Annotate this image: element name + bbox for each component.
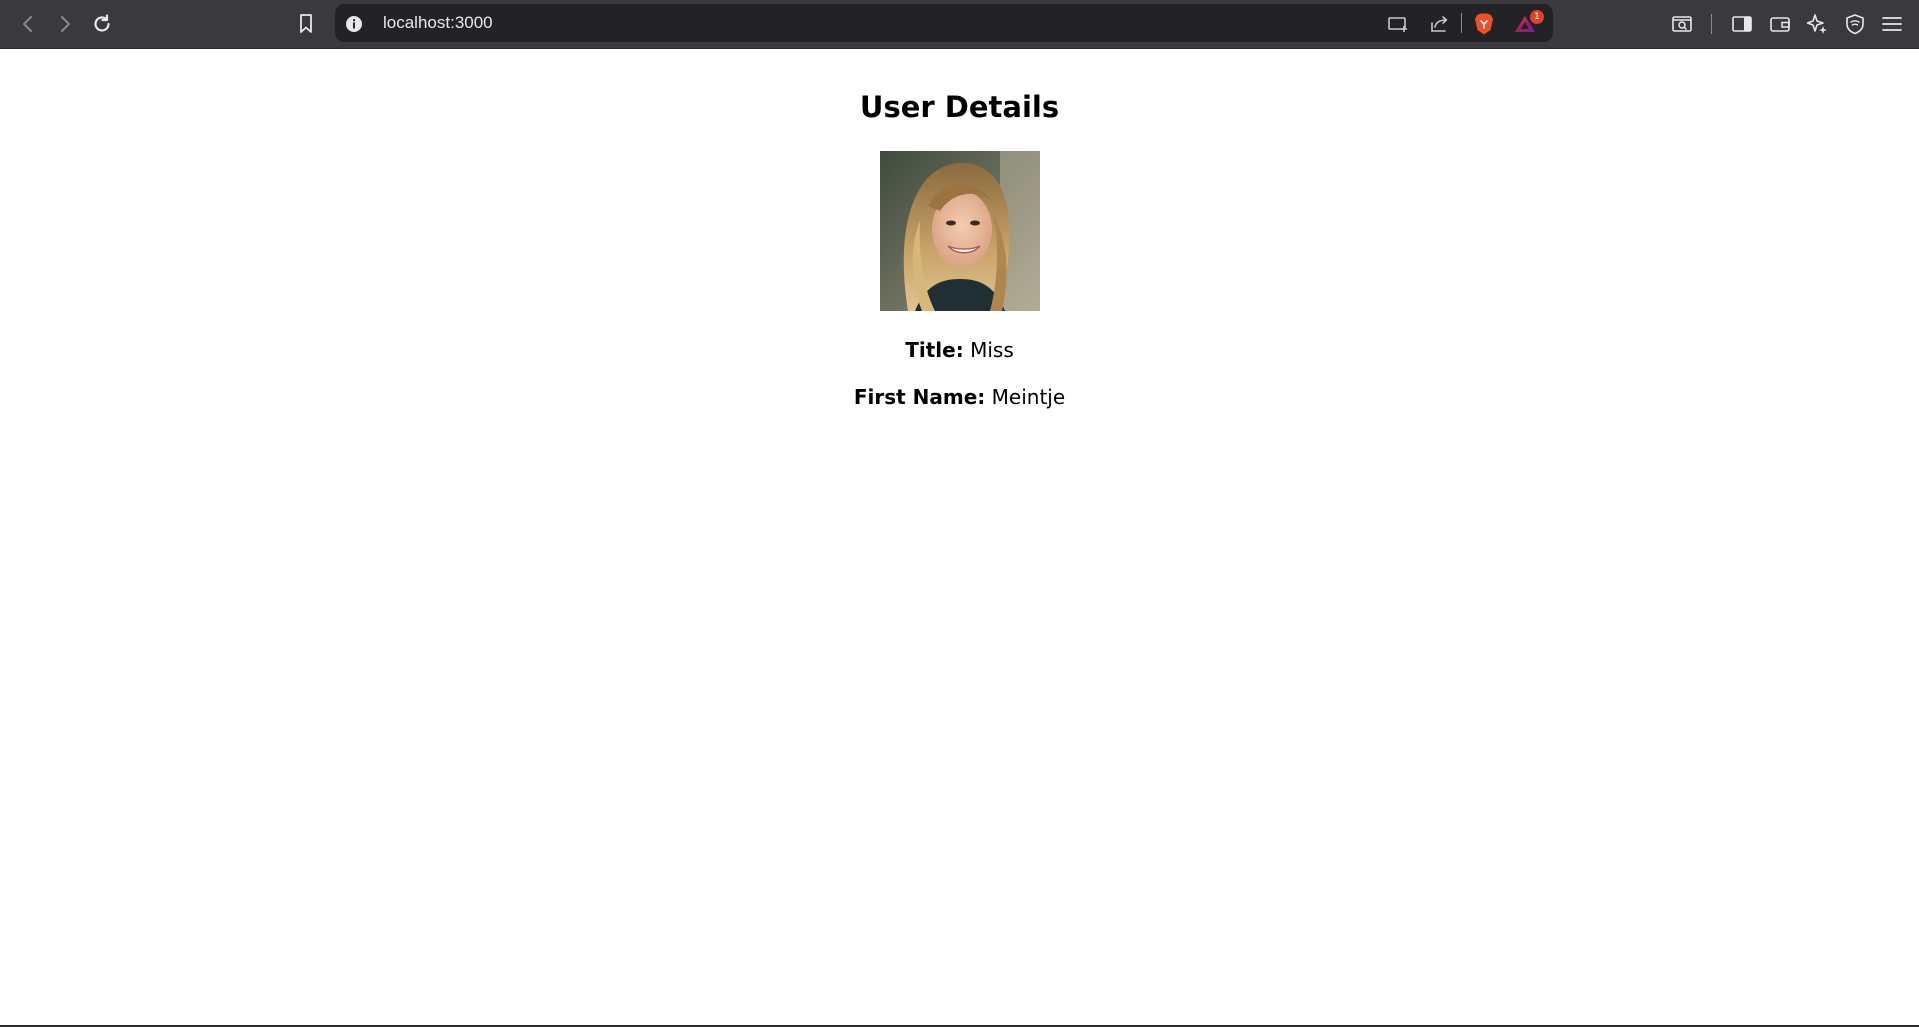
reader-mode-button[interactable] bbox=[1670, 12, 1694, 36]
address-bar[interactable]: localhost:3000 bbox=[335, 4, 1553, 42]
bookmark-icon bbox=[300, 14, 312, 33]
forward-button[interactable] bbox=[51, 10, 79, 38]
vpn-shield-icon bbox=[1846, 14, 1864, 35]
toolbar-divider bbox=[1711, 14, 1712, 34]
hamburger-menu-icon bbox=[1882, 17, 1902, 31]
sidebar-button[interactable] bbox=[1730, 12, 1754, 36]
share-icon bbox=[1431, 16, 1448, 32]
title-label: Title: bbox=[905, 338, 964, 362]
main-menu-button[interactable] bbox=[1880, 12, 1904, 36]
first-name-field: First Name: Meintje bbox=[0, 385, 1919, 409]
urlbar-divider bbox=[1461, 13, 1462, 33]
leo-ai-button[interactable] bbox=[1805, 12, 1829, 36]
chevron-left-icon bbox=[23, 16, 32, 32]
cast-button[interactable] bbox=[1387, 13, 1409, 35]
notification-badge: 1 bbox=[1530, 10, 1544, 24]
page-title: User Details bbox=[859, 90, 1060, 124]
first-name-label: First Name: bbox=[853, 385, 986, 409]
vpn-button[interactable] bbox=[1843, 12, 1867, 36]
first-name-value: Meintje bbox=[991, 385, 1066, 409]
title-field: Title: Miss bbox=[0, 338, 1919, 362]
user-avatar bbox=[880, 151, 1040, 311]
brave-lion-icon bbox=[1475, 13, 1493, 35]
chevron-right-icon bbox=[61, 16, 70, 32]
bookmark-button[interactable] bbox=[292, 10, 320, 38]
title-value: Miss bbox=[970, 338, 1014, 362]
avatar-image bbox=[880, 151, 1040, 311]
reload-button[interactable] bbox=[88, 10, 116, 38]
sidebar-icon bbox=[1732, 16, 1752, 32]
cast-icon bbox=[1388, 17, 1407, 32]
url-text[interactable]: localhost:3000 bbox=[383, 14, 493, 32]
reload-icon bbox=[94, 14, 110, 32]
back-button[interactable] bbox=[14, 10, 42, 38]
wallet-button[interactable] bbox=[1768, 12, 1792, 36]
wallet-icon bbox=[1770, 17, 1790, 32]
brave-shields-button[interactable] bbox=[1473, 13, 1495, 35]
share-button[interactable] bbox=[1428, 13, 1450, 35]
browser-toolbar: localhost:3000 1 bbox=[0, 0, 1919, 49]
reader-mode-icon bbox=[1672, 16, 1692, 32]
leo-ai-icon bbox=[1806, 14, 1827, 34]
info-icon[interactable] bbox=[345, 15, 363, 33]
